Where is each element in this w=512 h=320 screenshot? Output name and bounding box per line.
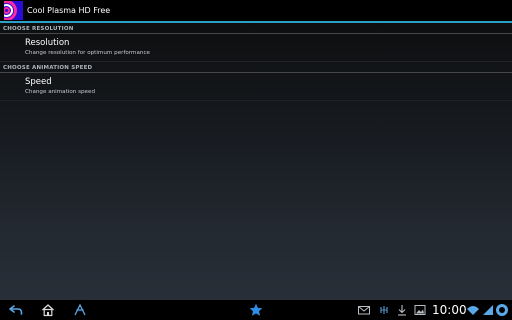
- action-bar: Cool Plasma HD Free: [0, 0, 512, 21]
- action-bar-divider: [0, 21, 512, 23]
- speed-summary: Change animation speed: [25, 89, 95, 95]
- signal-icon: [483, 305, 493, 315]
- section-header-resolution: CHOOSE RESOLUTION: [0, 24, 512, 34]
- speed-title: Speed: [25, 77, 52, 87]
- resolution-title: Resolution: [25, 38, 70, 48]
- recent-apps-icon[interactable]: [73, 303, 87, 317]
- app-title: Cool Plasma HD Free: [27, 6, 111, 15]
- star-icon[interactable]: [249, 303, 263, 317]
- mail-icon: [358, 306, 370, 315]
- speed-preference[interactable]: Speed Change animation speed: [0, 74, 512, 101]
- usb-debug-icon: [380, 306, 388, 314]
- section-header-speed: CHOOSE ANIMATION SPEED: [0, 63, 512, 73]
- system-bar: 10:00: [0, 300, 512, 320]
- back-icon[interactable]: [9, 303, 23, 317]
- wifi-icon: [467, 306, 479, 315]
- resolution-summary: Change resolution for optimum performanc…: [25, 50, 150, 56]
- home-icon[interactable]: [41, 303, 55, 317]
- battery-icon: [496, 304, 508, 316]
- resolution-preference[interactable]: Resolution Change resolution for optimum…: [0, 35, 512, 62]
- image-icon: [414, 305, 426, 315]
- download-icon: [398, 305, 406, 316]
- app-logo-icon: [4, 1, 23, 20]
- clock: 10:00: [432, 303, 467, 317]
